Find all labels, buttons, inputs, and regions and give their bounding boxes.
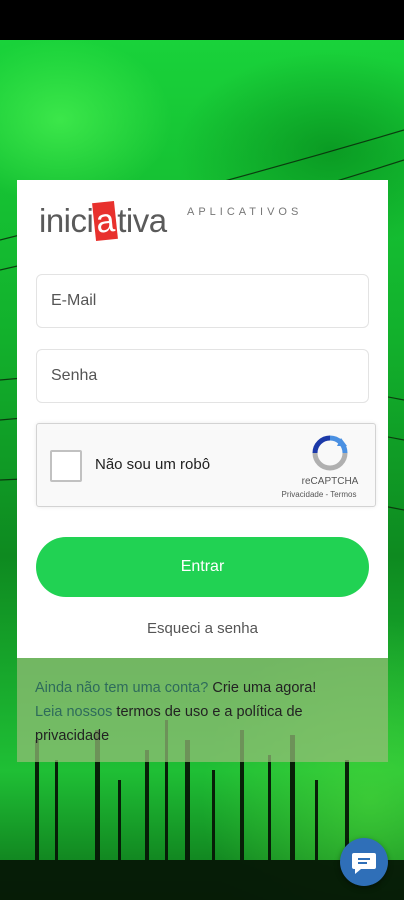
signup-link[interactable]: Crie uma agora!: [212, 680, 316, 696]
terms-line: Leia nossos termos de uso e a política d…: [35, 700, 370, 748]
logo-wordmark: iniciativa: [39, 200, 167, 242]
password-input[interactable]: [37, 350, 368, 402]
recaptcha-widget: Não sou um robô reCAPTCHA Privacidade - …: [36, 423, 376, 507]
terms-prompt: Leia nossos: [35, 704, 113, 720]
recaptcha-checkbox[interactable]: [50, 450, 82, 482]
chat-icon: [352, 853, 376, 874]
recaptcha-links[interactable]: Privacidade - Termos: [269, 490, 369, 499]
submit-button[interactable]: Entrar: [36, 537, 369, 597]
signup-prompt: Ainda não tem uma conta?: [35, 680, 209, 696]
login-card: iniciativa APLICATIVOS Não sou um robô r…: [17, 180, 388, 658]
footer-panel: Ainda não tem uma conta? Crie uma agora!…: [17, 658, 388, 762]
chat-button[interactable]: [340, 838, 388, 886]
brand-logo: iniciativa APLICATIVOS: [39, 198, 303, 242]
signup-line: Ainda não tem uma conta? Crie uma agora!: [35, 676, 370, 700]
email-input[interactable]: [37, 275, 368, 327]
logo-subtitle: APLICATIVOS: [187, 206, 303, 218]
recaptcha-label: Não sou um robô: [95, 456, 211, 473]
password-field[interactable]: [36, 349, 369, 403]
forgot-password-link[interactable]: Esqueci a senha: [17, 620, 388, 637]
recaptcha-brand: reCAPTCHA: [301, 476, 359, 487]
recaptcha-icon: [312, 435, 348, 471]
email-field[interactable]: [36, 274, 369, 328]
status-bar: [0, 0, 404, 40]
